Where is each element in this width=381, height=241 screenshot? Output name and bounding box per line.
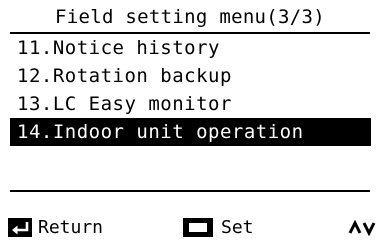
menu-item-indoor-unit-operation[interactable]: 14.Indoor unit operation [10, 118, 371, 146]
up-down-buttons[interactable] [348, 214, 376, 241]
button-guide: Return Set [0, 214, 381, 241]
up-down-chevron-icon [348, 219, 376, 236]
set-square-icon [183, 218, 213, 237]
return-arrow-icon [8, 218, 32, 237]
menu-item-lc-easy-monitor[interactable]: 13.LC Easy monitor [0, 90, 381, 118]
set-label: Set [221, 217, 254, 238]
set-button[interactable]: Set [183, 214, 254, 241]
page-title: Field setting menu(3/3) [10, 2, 370, 34]
return-button[interactable]: Return [8, 214, 103, 241]
field-setting-menu: 11.Notice history 12.Rotation backup 13.… [0, 34, 381, 146]
menu-item-notice-history[interactable]: 11.Notice history [0, 34, 381, 62]
footer-divider [10, 190, 370, 192]
remote-controller-screen: Field setting menu(3/3) 11.Notice histor… [0, 0, 381, 241]
menu-item-rotation-backup[interactable]: 12.Rotation backup [0, 62, 381, 90]
return-label: Return [38, 217, 104, 238]
